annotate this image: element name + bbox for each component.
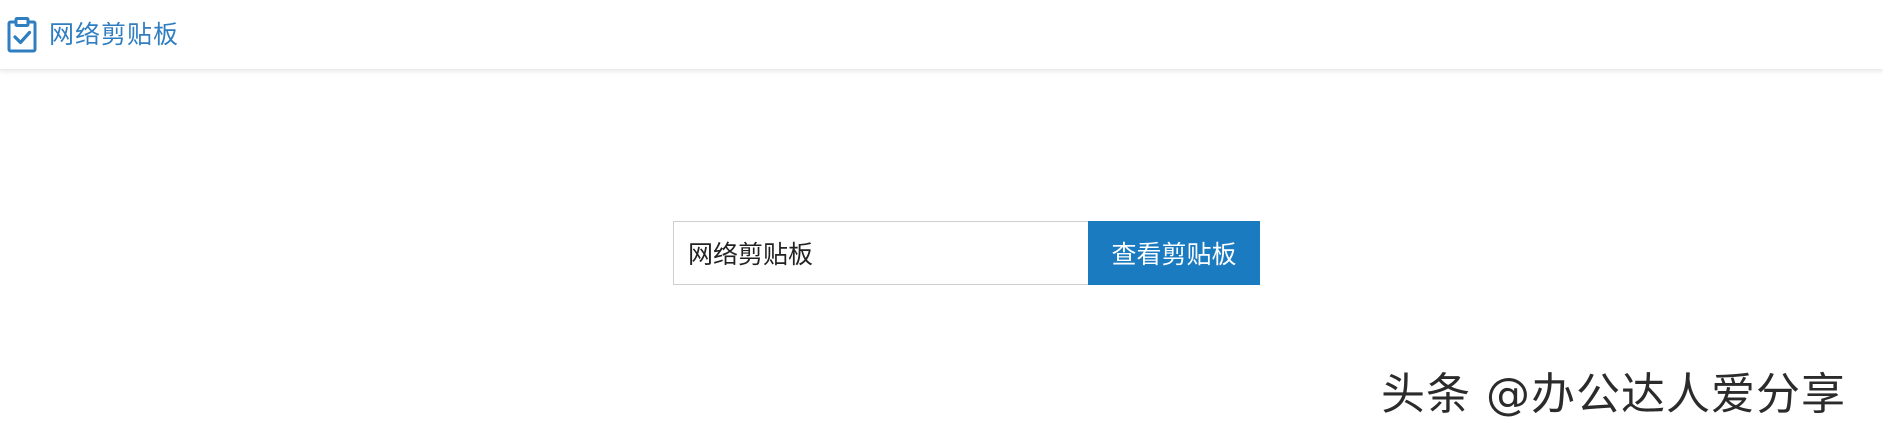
watermark-text: 头条 @办公达人爱分享 (1381, 369, 1846, 420)
page: 网络剪贴板 查看剪贴板 头条 @办公达人爱分享 (0, 0, 1883, 426)
top-navbar: 网络剪贴板 (0, 0, 1883, 70)
view-clipboard-button[interactable]: 查看剪贴板 (1088, 221, 1260, 285)
brand-title: 网络剪贴板 (49, 20, 180, 49)
clipboard-code-input[interactable] (673, 221, 1088, 285)
brand-link[interactable]: 网络剪贴板 (6, 16, 179, 54)
clipboard-search-form: 查看剪贴板 (673, 221, 1260, 285)
clipboard-check-icon (6, 17, 38, 53)
